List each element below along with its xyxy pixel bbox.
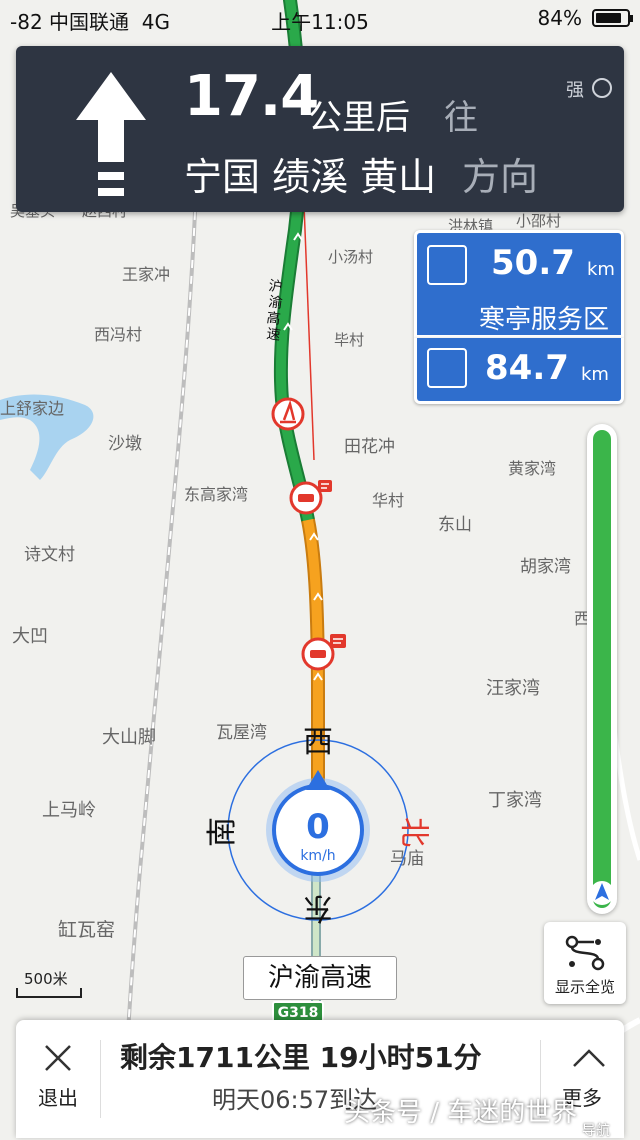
guidance-roads: 宁国 绩溪 黄山	[184, 155, 437, 199]
fuel-distance: 84.7	[485, 348, 569, 388]
place-label: 丁家湾	[488, 790, 542, 811]
place-label: 田花冲	[344, 437, 395, 457]
overview-label: 显示全览	[554, 978, 615, 996]
place-label: 小汤村	[328, 248, 373, 266]
place-label: 华村	[372, 491, 404, 510]
road-work-icon[interactable]	[271, 397, 305, 431]
svg-text:渝: 渝	[267, 294, 283, 312]
speed-unit: km/h	[300, 848, 335, 864]
scale-label: 500米	[24, 970, 68, 988]
close-icon[interactable]	[44, 1044, 72, 1072]
traffic-bar[interactable]	[587, 424, 617, 914]
place-label: 马庙	[390, 849, 424, 869]
svg-text:北: 北	[396, 817, 431, 847]
fuel-pump-icon	[427, 245, 467, 285]
place-label: 西冯村	[94, 325, 142, 344]
route-overview-icon	[565, 935, 605, 971]
fuel-distance-unit: km	[581, 364, 609, 385]
fuel-station-card[interactable]: 84.7 km	[414, 338, 624, 404]
divider	[100, 1040, 101, 1118]
watermark-small: 导航	[582, 1123, 610, 1139]
straight-arrow-icon	[76, 72, 146, 196]
gps-strength: 强	[566, 80, 584, 101]
place-label: 上马岭	[42, 800, 96, 821]
status-bar: -82 中国联通 4G 上午11:05 84%	[0, 0, 640, 36]
place-label: 小邵村	[516, 212, 561, 230]
fuel-pump-icon	[427, 348, 467, 388]
place-label: 瓦屋湾	[216, 723, 267, 743]
current-road-name: 沪渝高速	[243, 956, 397, 1000]
guidance-distance: 17.4	[184, 64, 319, 129]
svg-text:速: 速	[265, 326, 281, 344]
svg-text:东: 东	[303, 890, 333, 925]
place-label: 缸瓦窑	[58, 919, 115, 941]
chevron-up-icon[interactable]	[572, 1048, 606, 1068]
battery-percent: 84%	[537, 6, 582, 30]
svg-text:南: 南	[205, 817, 240, 847]
place-label: 大山脚	[102, 727, 156, 748]
traffic-status-bar	[593, 430, 611, 908]
scale-bar	[16, 988, 82, 998]
svg-text:高: 高	[265, 309, 281, 328]
speed-value: 0	[306, 807, 330, 847]
remaining-summary: 剩余1711公里 19小时51分	[120, 1041, 482, 1074]
place-label: 沙墩	[108, 434, 142, 454]
service-area-card[interactable]: 50.7 km 寒亭服务区	[414, 230, 624, 338]
service-distance: 50.7	[491, 243, 575, 283]
place-label: 大凹	[12, 626, 48, 647]
place-label: 胡家湾	[520, 557, 571, 577]
place-label: 黄家湾	[508, 459, 556, 478]
place-label: 王家冲	[122, 265, 170, 284]
guidance-unit: 公里后	[308, 98, 410, 138]
svg-text:西: 西	[303, 725, 333, 760]
place-label: 汪家湾	[486, 678, 540, 699]
exit-button[interactable]: 退出	[38, 1082, 78, 1111]
place-label: 东山	[438, 515, 472, 535]
guidance-banner[interactable]: 17.4 公里后 往 宁国 绩溪 黄山 方向 强	[16, 46, 624, 212]
watermark: 头条号 / 车迷的世界	[344, 1098, 578, 1128]
battery-icon	[592, 9, 633, 27]
position-arrow-icon	[590, 881, 614, 905]
place-label: 诗文村	[24, 545, 75, 565]
guidance-direction: 方向	[462, 155, 539, 199]
show-overview-button[interactable]: 显示全览	[544, 922, 626, 1004]
gps-signal-icon	[592, 78, 612, 98]
place-label: 东高家湾	[184, 485, 248, 504]
service-area-name: 寒亭服务区	[478, 305, 609, 335]
service-distance-unit: km	[587, 259, 615, 280]
guidance-toward: 往	[444, 98, 478, 138]
place-label: 毕村	[334, 331, 364, 349]
place-label: 上舒家边	[0, 399, 64, 418]
